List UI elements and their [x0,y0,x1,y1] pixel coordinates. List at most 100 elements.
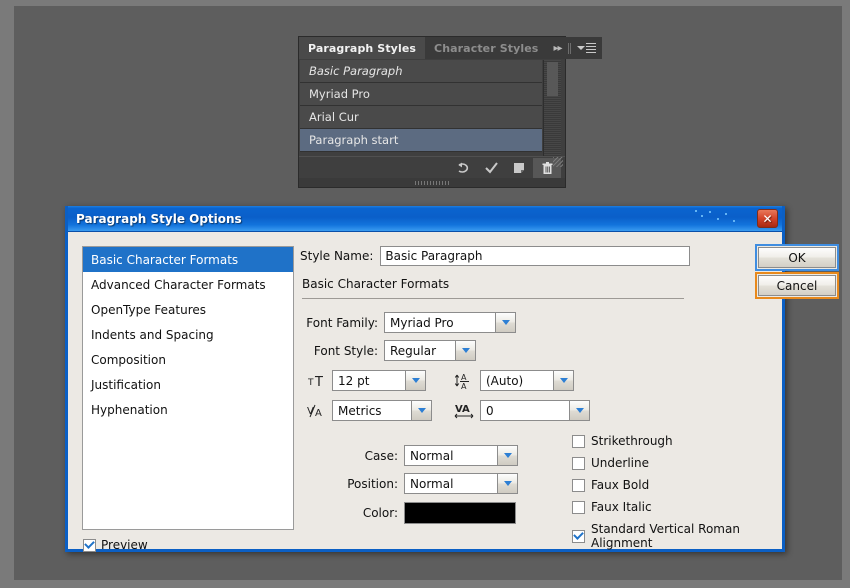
standard-vertical-roman-alignment-label: Standard Vertical Roman Alignment [591,522,740,550]
chevron-down-icon[interactable] [495,312,516,333]
category-item-composition[interactable]: Composition [83,347,293,372]
color-row: Color: [300,502,516,524]
leading-combo[interactable]: (Auto) [480,370,574,391]
close-icon[interactable]: ✕ [757,209,778,228]
position-combo[interactable]: Normal [404,473,518,494]
leading-icon: A A [454,371,476,391]
svg-text:VA: VA [455,404,470,415]
category-item-advanced-character-formats[interactable]: Advanced Character Formats [83,272,293,297]
faux-italic-label: Faux Italic [591,500,652,514]
panel-menu-icon[interactable] [577,43,597,53]
window-frame-right [842,0,850,588]
chevron-down-icon[interactable] [569,400,590,421]
window-frame-left [0,0,14,588]
chevron-down-icon[interactable] [405,370,426,391]
dialog-titlebar[interactable]: Paragraph Style Options ✕ [68,206,782,232]
strikethrough-row[interactable]: Strikethrough [572,434,782,448]
faux-italic-checkbox[interactable] [572,500,585,514]
font-style-row: Font Style: Regular [300,340,476,361]
tracking-combo[interactable]: 0 [480,400,590,421]
preview-checkbox[interactable] [83,538,96,552]
preview-row[interactable]: Preview [83,538,148,552]
cancel-button[interactable]: Cancel [758,275,836,296]
category-item-basic-character-formats[interactable]: Basic Character Formats [83,247,293,272]
section-divider [302,298,684,299]
ok-button[interactable]: OK [758,247,836,268]
position-row: Position: Normal [300,473,518,494]
style-list-scrollbar[interactable] [543,60,561,169]
category-list[interactable]: Basic Character Formats Advanced Charact… [82,246,294,530]
font-size-combo[interactable]: 12 pt [332,370,426,391]
character-options-checkbox-group: Strikethrough Underline Faux Bold Faux I… [572,434,782,550]
clear-override-icon[interactable] [449,158,477,178]
chevron-down-icon[interactable] [411,400,432,421]
faux-bold-checkbox[interactable] [572,478,585,492]
clear-override-glyph [458,162,468,173]
window-frame-top [0,0,850,6]
standard-vertical-roman-alignment-checkbox[interactable] [572,529,585,543]
panel-drag-grip[interactable] [568,42,570,54]
category-item-opentype-features[interactable]: OpenType Features [83,297,293,322]
panel-bottom-grip[interactable] [299,178,565,187]
category-label: Advanced Character Formats [91,277,266,292]
faux-italic-row[interactable]: Faux Italic [572,500,782,514]
underline-row[interactable]: Underline [572,456,782,470]
apply-check-icon[interactable] [477,158,505,178]
color-swatch[interactable] [404,502,516,524]
color-label: Color: [362,506,398,520]
faux-bold-row[interactable]: Faux Bold [572,478,782,492]
category-label: Hyphenation [91,402,168,417]
case-combo[interactable]: Normal [404,445,518,466]
titlebar-dots-decoration [694,209,740,229]
underline-checkbox[interactable] [572,456,585,470]
svg-text:A: A [461,382,467,390]
category-label: Justification [91,377,161,392]
dialog-body: Basic Character Formats Advanced Charact… [68,232,839,552]
ok-button-focus-ring: OK [755,244,839,271]
category-item-justification[interactable]: Justification [83,372,293,397]
chevron-down-icon [577,46,586,50]
category-item-indents-and-spacing[interactable]: Indents and Spacing [83,322,293,347]
chevron-down-icon[interactable] [497,445,518,466]
category-label: Composition [91,352,166,367]
size-leading-row: T T 12 pt A A (Auto) [306,370,574,391]
list-item[interactable]: Arial Cur [300,106,542,129]
kerning-glyph: V A [307,404,322,419]
style-list[interactable]: Basic Paragraph Myriad Pro Arial Cur Par… [300,60,542,152]
new-style-icon[interactable] [505,158,533,178]
font-size-value: 12 pt [332,370,405,391]
strikethrough-checkbox[interactable] [572,434,585,448]
case-label: Case: [364,448,398,463]
tracking-value: 0 [480,400,569,421]
list-item[interactable]: Basic Paragraph [300,60,542,83]
tab-paragraph-styles[interactable]: Paragraph Styles [299,37,426,59]
panel-resize-handle[interactable] [553,157,563,167]
chevron-down-icon[interactable] [553,370,574,391]
faux-bold-label: Faux Bold [591,478,650,492]
category-label: OpenType Features [91,302,207,317]
double-chevron-right-icon[interactable]: ▸▸ [553,43,562,54]
font-style-combo[interactable]: Regular [384,340,476,361]
position-label: Position: [347,476,398,491]
category-label: Basic Character Formats [91,252,239,267]
position-value: Normal [404,473,497,494]
dialog-title: Paragraph Style Options [76,211,242,226]
kerning-combo[interactable]: Metrics [332,400,432,421]
style-name-input[interactable]: Basic Paragraph [380,246,691,266]
chevron-down-icon[interactable] [455,340,476,361]
panel-footer [299,156,565,178]
paragraph-styles-panel: Paragraph Styles Character Styles ▸▸ Bas… [298,36,603,188]
chevron-down-icon[interactable] [497,473,518,494]
grip-dots-icon [415,180,449,185]
category-item-hyphenation[interactable]: Hyphenation [83,397,293,422]
kerning-value: Metrics [332,400,411,421]
section-heading: Basic Character Formats [302,277,450,291]
list-item[interactable]: Paragraph start [300,129,542,152]
cancel-button-focus-ring: Cancel [755,272,839,299]
list-item[interactable]: Myriad Pro [300,83,542,106]
scrollbar-thumb[interactable] [547,62,558,96]
tab-character-styles[interactable]: Character Styles [425,37,548,59]
font-family-combo[interactable]: Myriad Pro [384,312,516,333]
tab-paragraph-styles-label: Paragraph Styles [308,41,417,55]
standard-vertical-roman-alignment-row[interactable]: Standard Vertical Roman Alignment [572,522,782,550]
